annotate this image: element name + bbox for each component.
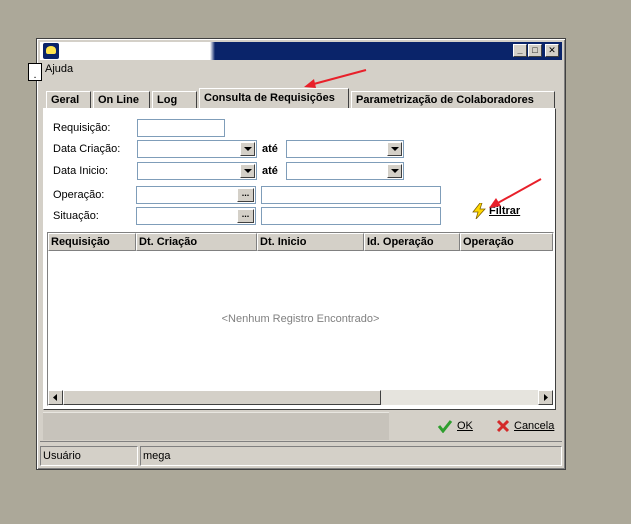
consulta-panel: Requisição: Data Criação: até Data Inici… — [43, 108, 556, 410]
requisicao-label: Requisição: — [53, 122, 111, 134]
lightning-icon — [472, 203, 486, 219]
operacao-code-input[interactable]: ... — [136, 186, 256, 204]
lookup-icon[interactable]: ... — [237, 209, 254, 223]
filtrar-label: Filtrar — [489, 205, 521, 217]
data-inicio-from-select[interactable] — [137, 162, 257, 180]
scroll-right-icon[interactable] — [538, 390, 553, 405]
ate-label: até — [262, 143, 278, 155]
tab-consulta-requisicoes[interactable]: Consulta de Requisições — [199, 88, 349, 108]
horizontal-scrollbar[interactable] — [48, 390, 553, 405]
maximize-button[interactable]: □ — [528, 44, 542, 57]
chevron-down-icon[interactable] — [240, 164, 255, 178]
tab-geral[interactable]: Geral — [46, 91, 91, 108]
scroll-left-icon[interactable] — [48, 390, 63, 405]
title-bar[interactable]: _ □ ✕ — [40, 42, 562, 60]
ate-label: até — [262, 165, 278, 177]
operacao-description-input[interactable] — [261, 186, 441, 204]
chevron-down-icon[interactable] — [387, 164, 402, 178]
column-header-operacao[interactable]: Operação — [460, 233, 553, 251]
main-window: _ □ ✕ . Ajuda Geral On Line Log Consulta… — [28, 38, 566, 470]
column-header-requisicao[interactable]: Requisição — [48, 233, 136, 251]
column-header-id-operacao[interactable]: Id. Operação — [364, 233, 460, 251]
menu-dot-indicator: . — [28, 63, 42, 81]
menu-bar: . Ajuda — [28, 61, 562, 81]
results-grid[interactable]: Requisição Dt. Criação Dt. Inicio Id. Op… — [47, 232, 554, 406]
close-button[interactable]: ✕ — [545, 44, 559, 57]
column-header-dt-inicio[interactable]: Dt. Inicio — [257, 233, 364, 251]
data-inicio-label: Data Inicio: — [53, 165, 109, 177]
tab-parametrizacao-colaboradores[interactable]: Parametrização de Colaboradores — [351, 91, 555, 108]
chevron-down-icon[interactable] — [387, 142, 402, 156]
cancel-label: Cancela — [514, 420, 555, 432]
data-criacao-from-select[interactable] — [137, 140, 257, 158]
button-bar-spacer — [43, 412, 389, 440]
status-bar: Usuário mega — [40, 444, 562, 468]
menu-item-help[interactable]: Ajuda — [45, 63, 73, 75]
empty-message: <Nenhum Registro Encontrado> — [221, 313, 380, 325]
cancel-button[interactable]: Cancela — [496, 416, 554, 436]
lookup-icon[interactable]: ... — [237, 188, 254, 202]
operacao-label: Operação: — [53, 189, 105, 201]
checkmark-icon — [437, 420, 453, 433]
situacao-code-input[interactable]: ... — [136, 207, 256, 225]
ok-label: OK — [457, 420, 473, 432]
filtrar-button[interactable]: Filtrar — [472, 203, 520, 219]
status-user-value: mega — [140, 446, 562, 466]
requisicao-input[interactable] — [137, 119, 225, 137]
x-icon — [496, 419, 510, 433]
data-criacao-label: Data Criação: — [53, 143, 121, 155]
situacao-description-input[interactable] — [261, 207, 441, 225]
scroll-thumb[interactable] — [63, 390, 381, 405]
data-criacao-to-select[interactable] — [286, 140, 404, 158]
minimize-button[interactable]: _ — [513, 44, 527, 57]
data-inicio-to-select[interactable] — [286, 162, 404, 180]
column-header-dt-criacao[interactable]: Dt. Criação — [136, 233, 257, 251]
situacao-label: Situação: — [53, 210, 99, 222]
status-user-label: Usuário — [40, 446, 138, 466]
ok-button[interactable]: OK — [437, 416, 473, 436]
app-icon — [43, 43, 59, 59]
tab-online[interactable]: On Line — [93, 91, 150, 108]
divider — [40, 441, 562, 442]
tab-log[interactable]: Log — [152, 91, 197, 108]
chevron-down-icon[interactable] — [240, 142, 255, 156]
